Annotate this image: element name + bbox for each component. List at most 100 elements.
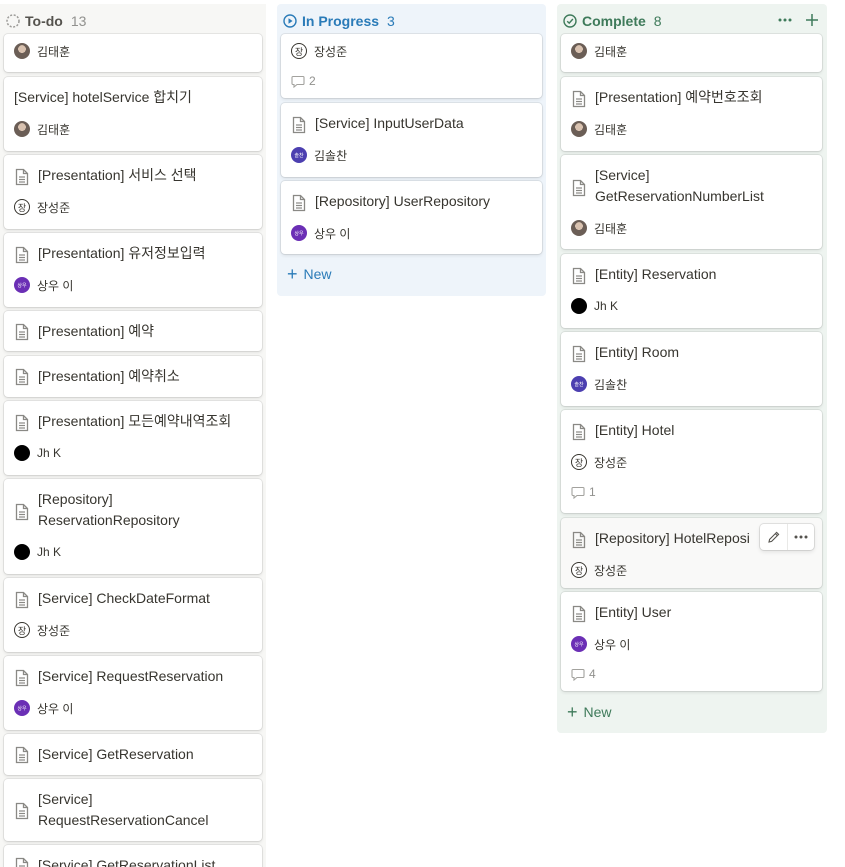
card-assignee: 솔찬 김솔찬 (291, 147, 347, 163)
card-assignee: Jh K (14, 544, 61, 560)
column-count: 13 (70, 13, 87, 29)
avatar (14, 121, 30, 137)
plus-icon: + (567, 702, 578, 722)
card-assignee: 장 장성준 (291, 43, 347, 59)
card-assignee: 솔찬 김솔찬 (571, 376, 627, 392)
card-title: [Service] GetReservationNumberList (595, 167, 764, 204)
page-icon (14, 802, 30, 820)
page-icon (571, 345, 587, 363)
card-assignee: 김태훈 (571, 43, 627, 59)
board-card[interactable]: [Presentation] 서비스 선택 장 장성준 (4, 155, 262, 229)
card-assignee: 상우 상우 이 (291, 225, 350, 241)
page-icon (571, 179, 587, 197)
card-assignee: 장 장성준 (571, 562, 627, 578)
card-comments: 4 (571, 666, 596, 682)
card-title: [Entity] Room (595, 344, 680, 360)
card-title: [Entity] Hotel (595, 422, 675, 438)
card-assignee: 김태훈 (571, 121, 627, 137)
avatar (14, 544, 30, 560)
board-card[interactable]: [Entity] User 상우 상우 이 4 (561, 592, 822, 691)
card-assignee: 상우 상우 이 (14, 700, 73, 716)
card-title: [Service] RequestReservationCancel (38, 791, 209, 828)
board-card[interactable]: [Presentation] 예약번호조회 김태훈 (561, 77, 822, 151)
board-card[interactable]: [Entity] Room 솔찬 김솔찬 (561, 332, 822, 406)
more-icon[interactable] (787, 524, 814, 550)
board-card[interactable]: [Service] InputUserData 솔찬 김솔찬 (281, 103, 542, 177)
page-icon (291, 116, 307, 134)
column-in-progress: In Progress 3 장 장성준 2 [Service] InputUse… (277, 4, 546, 296)
board-card[interactable]: [Presentation] 예약취소 (4, 356, 262, 397)
card-title: [Service] CheckDateFormat (38, 590, 210, 606)
board-card[interactable]: [Entity] Reservation Jh K (561, 254, 822, 328)
board-card[interactable]: [Service] RequestReservationCancel (4, 779, 262, 841)
avatar: 상우 (14, 277, 30, 293)
column-header-complete[interactable]: Complete 8 (557, 4, 827, 38)
board-card[interactable]: 장 장성준 2 (281, 34, 542, 98)
comment-icon (571, 485, 585, 499)
board-card[interactable]: 김태훈 (4, 34, 262, 72)
page-icon (14, 503, 30, 521)
column-complete: Complete 8 김태훈 [Presentation] 예약번호조회 김태훈… (557, 4, 827, 733)
avatar: 상우 (14, 700, 30, 716)
avatar: 장 (291, 43, 307, 59)
card-assignee: 김태훈 (14, 121, 70, 137)
card-title: [Repository] HotelReposi (595, 530, 750, 546)
column-header-todo[interactable]: To-do 13 (0, 4, 266, 38)
card-title: [Service] hotelService 합치기 (14, 89, 192, 105)
card-title: [Presentation] 예약 (38, 323, 155, 339)
card-assignee: Jh K (571, 298, 618, 314)
page-icon (14, 168, 30, 186)
board-card[interactable]: [Service] GetReservationList (4, 845, 262, 867)
card-title: [Presentation] 예약취소 (38, 368, 180, 384)
column-actions (777, 12, 819, 31)
board-card[interactable]: [Service] RequestReservation 상우 상우 이 (4, 656, 262, 730)
more-icon[interactable] (777, 12, 793, 31)
comment-icon (291, 74, 305, 88)
page-icon (14, 857, 30, 867)
page-icon (571, 267, 587, 285)
avatar: 장 (571, 454, 587, 470)
card-hover-toolbar (760, 524, 814, 550)
board-card[interactable]: [Service] hotelService 합치기 김태훈 (4, 77, 262, 151)
page-icon (14, 591, 30, 609)
page-icon (291, 194, 307, 212)
plus-icon[interactable] (805, 13, 819, 30)
column-count: 3 (387, 13, 395, 29)
board-card[interactable]: [Repository] UserRepository 상우 상우 이 (281, 181, 542, 254)
board-card[interactable]: [Service] GetReservationNumberList 김태훈 (561, 155, 822, 249)
new-card-button[interactable]: + New (287, 265, 332, 283)
board-card[interactable]: [Service] CheckDateFormat 장 장성준 (4, 578, 262, 652)
card-title: [Service] GetReservation (38, 746, 194, 762)
avatar: 상우 (291, 225, 307, 241)
page-icon (571, 531, 587, 549)
edit-icon[interactable] (760, 524, 787, 550)
page-icon (14, 414, 30, 432)
page-icon (571, 605, 587, 623)
board-card[interactable]: [Entity] Hotel 장 장성준 1 (561, 410, 822, 513)
card-title: [Presentation] 서비스 선택 (38, 167, 197, 183)
status-complete-icon (563, 14, 577, 28)
card-title: [Service] GetReservationList (38, 857, 216, 867)
new-card-button[interactable]: + New (567, 702, 612, 722)
board-card[interactable]: [Presentation] 모든예약내역조회 Jh K (4, 401, 262, 475)
board-card[interactable]: 김태훈 (561, 34, 822, 72)
card-title: [Repository] UserRepository (315, 193, 491, 209)
card-assignee: Jh K (14, 445, 61, 461)
board-card[interactable]: [Presentation] 유저정보입력 상우 상우 이 (4, 233, 262, 307)
board-card[interactable]: [Presentation] 예약 (4, 311, 262, 351)
board-card[interactable]: [Service] GetReservation (4, 734, 262, 775)
column-header-in-progress[interactable]: In Progress 3 (277, 4, 546, 38)
avatar: 솔찬 (571, 376, 587, 392)
card-comments: 1 (571, 484, 596, 500)
page-icon (14, 368, 30, 386)
status-todo-icon (6, 14, 20, 28)
avatar: 장 (14, 199, 30, 215)
column-title: Complete (582, 13, 646, 29)
board-card-hovered[interactable]: [Repository] HotelReposi 장 장성준 (561, 518, 822, 588)
board-card[interactable]: [Repository] ReservationRepository Jh K (4, 479, 262, 574)
column-todo: To-do 13 김태훈 [Service] hotelService 합치기 … (0, 4, 266, 867)
card-title: [Entity] User (595, 604, 672, 620)
column-count: 8 (653, 13, 662, 29)
card-title: [Presentation] 유저정보입력 (38, 245, 206, 261)
comment-icon (571, 667, 585, 681)
